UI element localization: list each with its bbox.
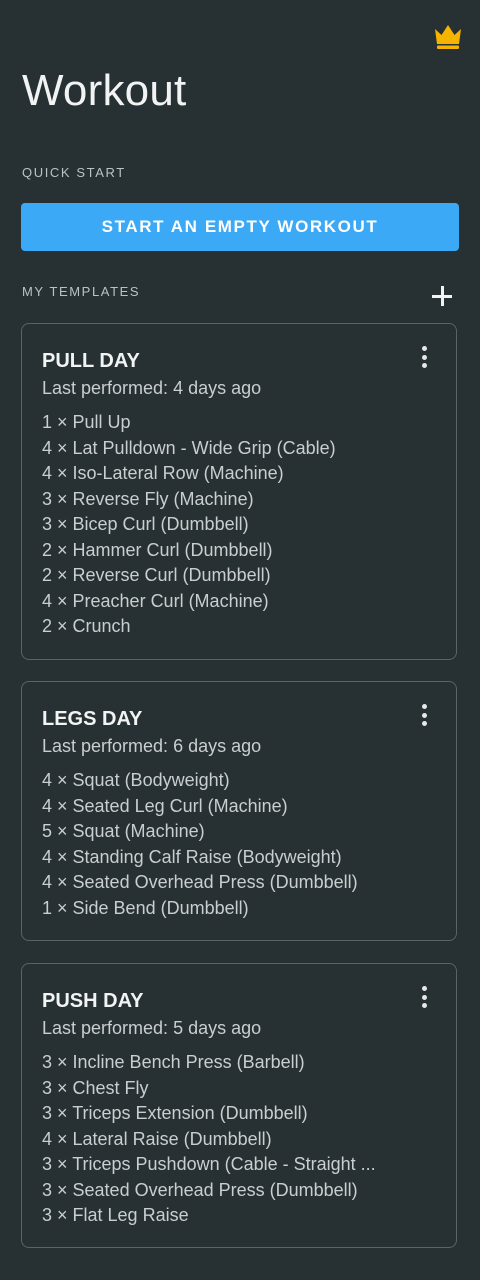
plus-icon[interactable] — [430, 284, 454, 308]
template-card-legs-day[interactable]: LEGS DAY Last performed: 6 days ago 4 × … — [21, 681, 457, 941]
exercise-item: 1 × Side Bend (Dumbbell) — [42, 897, 249, 918]
exercise-item: 4 × Lateral Raise (Dumbbell) — [42, 1128, 272, 1149]
template-title: PULL DAY — [42, 350, 140, 372]
template-title: LEGS DAY — [42, 708, 143, 730]
exercise-item: 3 × Triceps Pushdown (Cable - Straight .… — [42, 1154, 376, 1174]
exercise-item: 4 × Seated Leg Curl (Machine) — [42, 795, 288, 816]
quick-start-label: QUICK START — [22, 165, 126, 180]
more-options-icon[interactable] — [412, 984, 436, 1010]
exercise-item: 4 × Lat Pulldown - Wide Grip (Cable) — [42, 437, 336, 458]
exercise-item: 2 × Crunch — [42, 616, 131, 636]
template-last-performed: Last performed: 5 days ago — [42, 1018, 262, 1038]
exercise-item: 2 × Reverse Curl (Dumbbell) — [42, 565, 271, 585]
exercise-item: 3 × Triceps Extension (Dumbbell) — [42, 1103, 308, 1123]
exercise-item: 3 × Incline Bench Press (Barbell) — [42, 1052, 305, 1072]
more-options-icon[interactable] — [412, 702, 436, 728]
template-card-pull-day[interactable]: PULL DAY Last performed: 4 days ago 1 × … — [21, 323, 457, 660]
exercise-item: 4 × Seated Overhead Press (Dumbbell) — [42, 872, 358, 892]
template-last-performed: Last performed: 6 days ago — [42, 736, 262, 756]
template-last-performed: Last performed: 4 days ago — [42, 378, 262, 398]
exercise-item: 4 × Iso-Lateral Row (Machine) — [42, 463, 284, 483]
exercise-item: 4 × Squat (Bodyweight) — [42, 770, 230, 790]
exercise-item: 4 × Preacher Curl (Machine) — [42, 590, 269, 611]
template-card-push-day[interactable]: PUSH DAY Last performed: 5 days ago 3 × … — [21, 963, 457, 1248]
my-templates-label: MY TEMPLATES — [22, 284, 141, 299]
exercise-item: 5 × Squat (Machine) — [42, 821, 205, 841]
exercise-item: 4 × Standing Calf Raise (Bodyweight) — [42, 846, 342, 867]
exercise-item: 3 × Seated Overhead Press (Dumbbell) — [42, 1179, 358, 1200]
exercise-item: 3 × Chest Fly — [42, 1077, 149, 1098]
exercise-item: 3 × Flat Leg Raise — [42, 1205, 189, 1225]
exercise-item: 1 × Pull Up — [42, 412, 131, 432]
start-empty-workout-button[interactable]: START AN EMPTY WORKOUT — [21, 203, 459, 251]
template-title: PUSH DAY — [42, 990, 144, 1012]
more-options-icon[interactable] — [412, 344, 436, 370]
page-title: Workout — [22, 66, 187, 115]
exercise-item: 2 × Hammer Curl (Dumbbell) — [42, 539, 273, 560]
exercise-item: 3 × Reverse Fly (Machine) — [42, 488, 254, 509]
crown-icon[interactable] — [432, 20, 464, 52]
exercise-item: 3 × Bicep Curl (Dumbbell) — [42, 514, 249, 534]
